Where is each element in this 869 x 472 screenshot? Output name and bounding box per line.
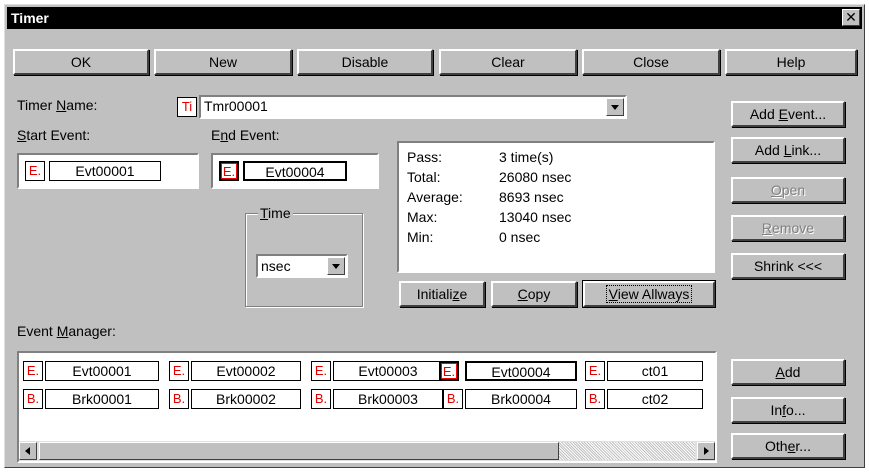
timer-name-label: Timer Name: bbox=[17, 97, 98, 113]
remove-button[interactable]: Remove bbox=[731, 215, 845, 241]
end-event-label: End Event: bbox=[211, 127, 280, 143]
add-button[interactable]: Add bbox=[731, 359, 845, 385]
stat-value: 0 nsec bbox=[499, 229, 541, 245]
end-event-field[interactable]: E. Evt00004 bbox=[211, 153, 379, 189]
break-tag-icon: B. bbox=[443, 389, 463, 409]
break-tag-icon: B. bbox=[23, 389, 43, 409]
event-item[interactable]: Brk00004 bbox=[465, 389, 577, 409]
stat-label: Max: bbox=[407, 209, 438, 225]
scroll-track[interactable] bbox=[559, 442, 695, 460]
start-event-value: Evt00001 bbox=[49, 161, 161, 181]
end-event-value: Evt00004 bbox=[243, 161, 347, 181]
scroll-right-button[interactable] bbox=[697, 442, 715, 460]
stat-value: 3 time(s) bbox=[499, 149, 554, 165]
stat-row-average: Average: 8693 nsec bbox=[407, 189, 707, 207]
stat-row-min: Min: 0 nsec bbox=[407, 229, 707, 247]
help-button[interactable]: Help bbox=[725, 49, 857, 75]
break-tag-icon: B. bbox=[311, 389, 331, 409]
copy-button[interactable]: Copy bbox=[491, 281, 577, 307]
event-item[interactable]: Brk00003 bbox=[333, 389, 443, 409]
event-item[interactable]: Brk00001 bbox=[45, 389, 159, 409]
title-bar: Timer ✕ bbox=[7, 7, 862, 29]
time-group-title: Time bbox=[258, 205, 293, 221]
event-item[interactable]: Evt00001 bbox=[45, 361, 159, 381]
horizontal-scrollbar[interactable] bbox=[19, 441, 715, 461]
info-button[interactable]: Info... bbox=[731, 397, 845, 423]
event-manager-list[interactable]: E. Evt00001 E. Evt00002 E. Evt00003 E. E… bbox=[17, 351, 717, 463]
chevron-down-icon bbox=[611, 105, 619, 110]
arrow-left-icon bbox=[25, 447, 30, 455]
timer-icon: Ti bbox=[177, 97, 197, 117]
time-unit-value: nsec bbox=[261, 258, 291, 274]
stat-row-total: Total: 26080 nsec bbox=[407, 169, 707, 187]
stat-row-pass: Pass: 3 time(s) bbox=[407, 149, 707, 167]
scroll-left-button[interactable] bbox=[19, 442, 37, 460]
timer-name-value: Tmr00001 bbox=[204, 98, 268, 114]
stat-label: Pass: bbox=[407, 149, 443, 165]
view-allways-button[interactable]: View Allways bbox=[582, 280, 716, 308]
clear-button[interactable]: Clear bbox=[439, 49, 577, 75]
shrink-button[interactable]: Shrink <<< bbox=[731, 253, 845, 279]
break-tag-icon: B. bbox=[585, 389, 605, 409]
add-event-button[interactable]: Add Event... bbox=[731, 101, 845, 127]
scroll-thumb[interactable] bbox=[39, 442, 559, 460]
event-tag-icon: E. bbox=[219, 161, 239, 181]
stat-label: Min: bbox=[407, 229, 434, 245]
stat-row-max: Max: 13040 nsec bbox=[407, 209, 707, 227]
time-unit-select[interactable]: nsec bbox=[256, 254, 348, 278]
statistics-panel: Pass: 3 time(s) Total: 26080 nsec Averag… bbox=[397, 141, 715, 273]
stat-label: Average: bbox=[407, 189, 463, 205]
timer-name-combobox[interactable]: Tmr00001 bbox=[199, 95, 627, 119]
event-item[interactable]: Evt00002 bbox=[191, 361, 301, 381]
event-item[interactable]: Brk00002 bbox=[191, 389, 301, 409]
break-tag-icon: B. bbox=[169, 389, 189, 409]
chevron-down-icon bbox=[332, 264, 340, 269]
stat-label: Total: bbox=[407, 169, 441, 185]
initialize-button[interactable]: Initialize bbox=[399, 281, 485, 307]
add-link-button[interactable]: Add Link... bbox=[731, 137, 845, 163]
stat-value: 8693 nsec bbox=[499, 189, 564, 205]
event-item[interactable]: Evt00003 bbox=[333, 361, 443, 381]
event-tag-icon: E. bbox=[439, 361, 459, 381]
open-button[interactable]: Open bbox=[731, 177, 845, 203]
time-unit-dropdown-button[interactable] bbox=[327, 257, 345, 275]
event-tag-icon: E. bbox=[311, 361, 331, 381]
disable-button[interactable]: Disable bbox=[297, 49, 433, 75]
event-tag-icon: E. bbox=[25, 161, 45, 181]
close-window-button[interactable]: ✕ bbox=[842, 9, 860, 26]
time-groupbox: Time nsec bbox=[245, 205, 363, 307]
ok-button[interactable]: OK bbox=[13, 49, 149, 75]
start-event-label: Start Event: bbox=[17, 127, 91, 143]
event-tag-icon: E. bbox=[585, 361, 605, 381]
stat-value: 13040 nsec bbox=[499, 209, 572, 225]
timer-name-dropdown-button[interactable] bbox=[606, 98, 624, 116]
close-button[interactable]: Close bbox=[582, 49, 720, 75]
close-icon: ✕ bbox=[845, 9, 857, 25]
window-title: Timer bbox=[11, 10, 49, 26]
event-item[interactable]: Evt00004 bbox=[465, 361, 577, 381]
event-tag-icon: E. bbox=[23, 361, 43, 381]
stat-value: 26080 nsec bbox=[499, 169, 572, 185]
arrow-right-icon bbox=[704, 447, 709, 455]
event-item[interactable]: ct01 bbox=[607, 361, 703, 381]
event-tag-icon: E. bbox=[169, 361, 189, 381]
event-manager-label: Event Manager: bbox=[17, 323, 116, 339]
new-button[interactable]: New bbox=[154, 49, 292, 75]
event-item[interactable]: ct02 bbox=[607, 389, 703, 409]
timer-dialog: Timer ✕ OK New Disable Clear Close Help … bbox=[4, 4, 865, 468]
other-button[interactable]: Other... bbox=[731, 433, 845, 459]
start-event-field[interactable]: E. Evt00001 bbox=[17, 153, 199, 189]
